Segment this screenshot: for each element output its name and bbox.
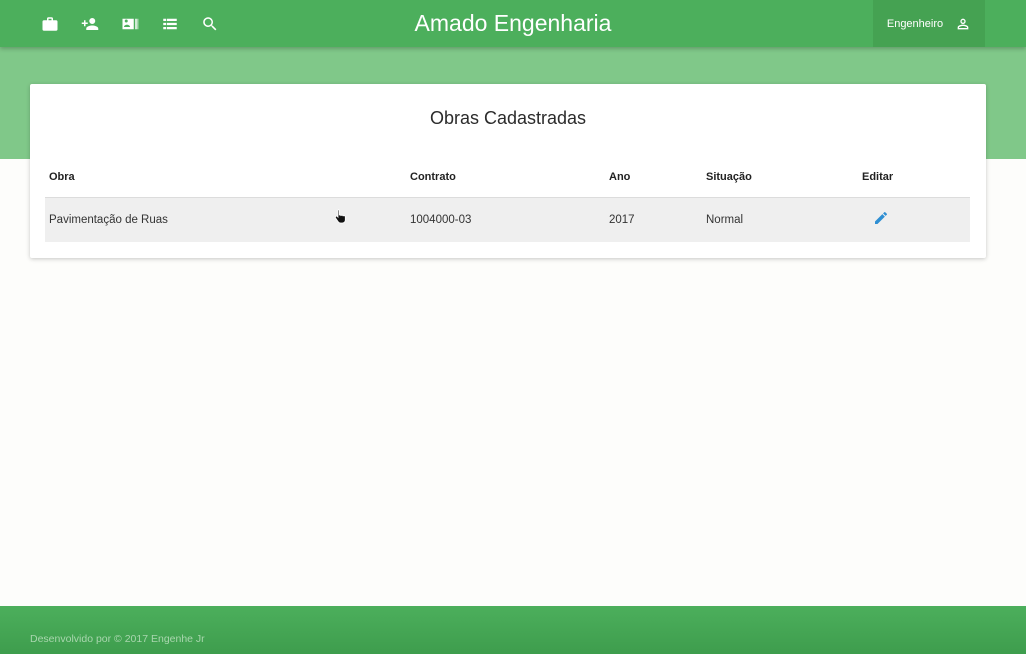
column-header-situacao[interactable]: Situação — [706, 162, 752, 198]
user-label: Engenheiro — [886, 17, 944, 30]
page-title: Obras Cadastradas — [429, 108, 587, 128]
edit-pencil-icon[interactable] — [873, 210, 891, 228]
top-navbar: Amado Engenharia Engenheiro — [0, 0, 1026, 47]
footer-copyright: Desenvolvido por © 2017 Engenhe Jr — [30, 633, 205, 645]
table-row[interactable]: Pavimentação de Ruas 1004000-03 2017 Nor… — [45, 198, 970, 242]
mouse-cursor-icon — [334, 209, 346, 224]
cell-ano: 2017 — [609, 214, 635, 226]
person-add-icon[interactable] — [76, 10, 104, 38]
column-header-ano[interactable]: Ano — [609, 162, 630, 198]
cell-situacao: Normal — [706, 214, 744, 226]
briefcase-icon[interactable] — [36, 10, 64, 38]
search-icon[interactable] — [196, 10, 224, 38]
nav-icon-group — [36, 0, 236, 47]
column-header-obra[interactable]: Obra — [49, 162, 75, 198]
cell-contrato: 1004000-03 — [410, 214, 472, 226]
column-header-contrato[interactable]: Contrato — [410, 162, 456, 198]
footer: Desenvolvido por © 2017 Engenhe Jr — [0, 606, 1026, 654]
cell-obra: Pavimentação de Ruas — [49, 214, 168, 226]
obras-card: Obras Cadastradas Obra Contrato Ano Situ… — [30, 84, 986, 258]
user-menu-button[interactable]: Engenheiro — [873, 0, 985, 47]
contact-card-icon[interactable] — [116, 10, 144, 38]
obras-table: Obra Contrato Ano Situação Editar Pavime… — [45, 162, 970, 242]
column-header-editar: Editar — [862, 171, 894, 183]
person-icon — [955, 16, 971, 32]
list-icon[interactable] — [156, 10, 184, 38]
table-header: Obra Contrato Ano Situação Editar — [45, 162, 970, 198]
